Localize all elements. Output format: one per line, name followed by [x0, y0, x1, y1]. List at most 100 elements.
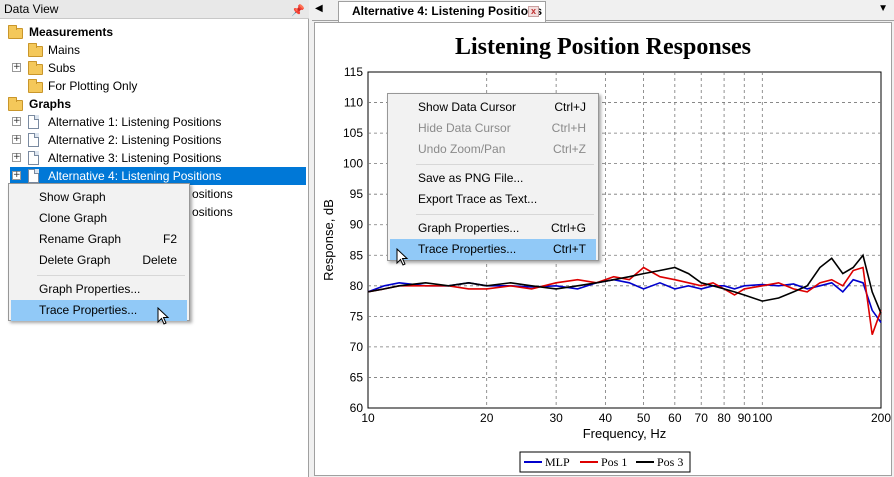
x-tick-label: 60 — [668, 411, 682, 425]
x-tick-label: 70 — [695, 411, 709, 425]
folder-icon — [28, 61, 43, 75]
menu-item-label: Rename Graph — [39, 232, 122, 246]
doc-icon — [28, 169, 39, 183]
x-tick-label: 90 — [738, 411, 752, 425]
x-tick-label: 200 — [871, 411, 891, 425]
tree-item[interactable]: + Subs — [0, 59, 306, 77]
folder-icon — [28, 79, 43, 93]
menu-item-label: Show Data Cursor — [418, 100, 517, 114]
menu-item[interactable]: Undo Zoom/Pan Ctrl+Z — [390, 139, 596, 160]
tree-item-label: Alternative 2: Listening Positions — [48, 133, 222, 147]
tree-item-label: Mains — [48, 43, 81, 57]
y-tick-label: 65 — [350, 370, 364, 384]
menu-item-label: Delete Graph — [39, 253, 111, 267]
tree-item-label: For Plotting Only — [48, 79, 138, 93]
tree-item[interactable]: + Alternative 1: Listening Positions — [0, 113, 306, 131]
menu-item[interactable]: Clone Graph — [11, 208, 187, 229]
tree-item[interactable]: + Alternative 3: Listening Positions — [0, 149, 306, 167]
tab-scroll-left-icon[interactable]: ◀ — [315, 3, 323, 14]
menu-item-label: Graph Properties... — [418, 221, 520, 235]
pin-icon[interactable]: 📌 — [291, 2, 305, 21]
y-tick-label: 85 — [350, 248, 364, 262]
tree-item-label: Alternative 3: Listening Positions — [48, 151, 222, 165]
menu-item[interactable]: Save as PNG File... — [390, 168, 596, 189]
tree-item-label: Graphs — [29, 97, 72, 111]
expand-icon[interactable]: + — [12, 153, 21, 162]
tab-list-dropdown-icon[interactable]: ▼ — [878, 3, 888, 14]
menu-item-shortcut: Ctrl+G — [550, 221, 586, 235]
doc-icon — [28, 151, 39, 165]
folder-icon — [8, 97, 23, 111]
legend-label: MLP — [545, 455, 570, 469]
y-tick-label: 90 — [350, 218, 364, 232]
doc-icon — [28, 115, 39, 129]
menu-item[interactable]: Graph Properties... Ctrl+G — [390, 218, 596, 239]
menu-separator — [416, 214, 594, 215]
menu-item[interactable]: Show Data Cursor Ctrl+J — [390, 97, 596, 118]
graph-context-menu: Show Data Cursor Ctrl+J Hide Data Cursor Ct… — [387, 93, 599, 261]
tab-label: Alternative 4: Listening Positions — [352, 4, 543, 18]
y-tick-label: 75 — [350, 309, 364, 323]
menu-item-shortcut: Ctrl+T — [553, 242, 586, 256]
x-tick-label: 100 — [752, 411, 772, 425]
menu-item-label: Graph Properties... — [39, 282, 141, 296]
tab-strip: ◀ Alternative 4: Listening Positions x ▼ — [312, 0, 894, 22]
menu-item-shortcut: Delete — [142, 253, 177, 267]
menu-item-label: Trace Properties... — [39, 303, 138, 317]
x-tick-label: 30 — [549, 411, 563, 425]
y-tick-label: 115 — [344, 65, 363, 79]
panel-title: Data View — [4, 2, 59, 16]
x-axis-label: Frequency, Hz — [583, 426, 667, 441]
menu-item[interactable]: Graph Properties... — [11, 279, 187, 300]
expand-icon[interactable]: + — [12, 63, 21, 72]
menu-item[interactable]: Hide Data Cursor Ctrl+H — [390, 118, 596, 139]
close-icon[interactable]: x — [528, 6, 539, 17]
menu-item[interactable]: Show Graph — [11, 187, 187, 208]
x-tick-label: 40 — [599, 411, 613, 425]
expand-icon[interactable]: + — [12, 171, 21, 180]
tree-item[interactable]: + Alternative 2: Listening Positions — [0, 131, 306, 149]
menu-separator — [416, 164, 594, 165]
tree-item[interactable]: Mains — [0, 41, 306, 59]
menu-item-label: Clone Graph — [39, 211, 108, 225]
tree-item-label: Subs — [48, 61, 76, 75]
menu-item-shortcut: Ctrl+Z — [553, 142, 586, 156]
menu-item[interactable]: Trace Properties... Ctrl+T — [390, 239, 596, 260]
menu-item-shortcut: Ctrl+H — [551, 121, 586, 135]
tree-item[interactable]: Graphs — [0, 95, 306, 113]
menu-item-label: Undo Zoom/Pan — [418, 142, 506, 156]
y-tick-label: 105 — [343, 126, 363, 140]
menu-item-label: Hide Data Cursor — [418, 121, 511, 135]
menu-item-shortcut: F2 — [162, 232, 177, 246]
menu-item[interactable]: Rename Graph F2 — [11, 229, 187, 250]
menu-item[interactable]: Export Trace as Text... — [390, 189, 596, 210]
menu-separator — [37, 275, 185, 276]
y-tick-label: 100 — [343, 157, 363, 171]
y-tick-label: 70 — [350, 340, 364, 354]
tree-item-label: ositions — [192, 205, 233, 219]
legend-label: Pos 3 — [657, 455, 683, 469]
mouse-pointer-icon — [157, 307, 170, 325]
chart-title: Listening Position Responses — [455, 34, 751, 60]
menu-item-label: Save as PNG File... — [418, 171, 524, 185]
menu-item-label: Export Trace as Text... — [418, 192, 538, 206]
menu-item-shortcut: Ctrl+J — [554, 100, 586, 114]
y-tick-label: 80 — [350, 279, 364, 293]
tree-item[interactable]: For Plotting Only — [0, 77, 306, 95]
tree-item[interactable]: Measurements — [0, 23, 306, 41]
tree-context-menu: Show Graph Clone Graph Rename Graph F2 Delet… — [8, 183, 190, 321]
expand-icon[interactable]: + — [12, 117, 21, 126]
menu-item[interactable]: Delete Graph Delete — [11, 250, 187, 271]
x-tick-label: 20 — [480, 411, 494, 425]
y-tick-label: 95 — [350, 187, 364, 201]
expand-icon[interactable]: + — [12, 135, 21, 144]
tree-item-label: Measurements — [29, 25, 114, 39]
folder-icon — [8, 25, 23, 39]
panel-title-bar: Data View 📌 — [0, 0, 309, 19]
x-tick-label: 50 — [637, 411, 651, 425]
doc-icon — [28, 133, 39, 147]
menu-item-label: Trace Properties... — [418, 242, 517, 256]
menu-item-label: Show Graph — [39, 190, 106, 204]
tab-alternative-4[interactable]: Alternative 4: Listening Positions x — [338, 1, 546, 22]
x-tick-label: 10 — [361, 411, 375, 425]
